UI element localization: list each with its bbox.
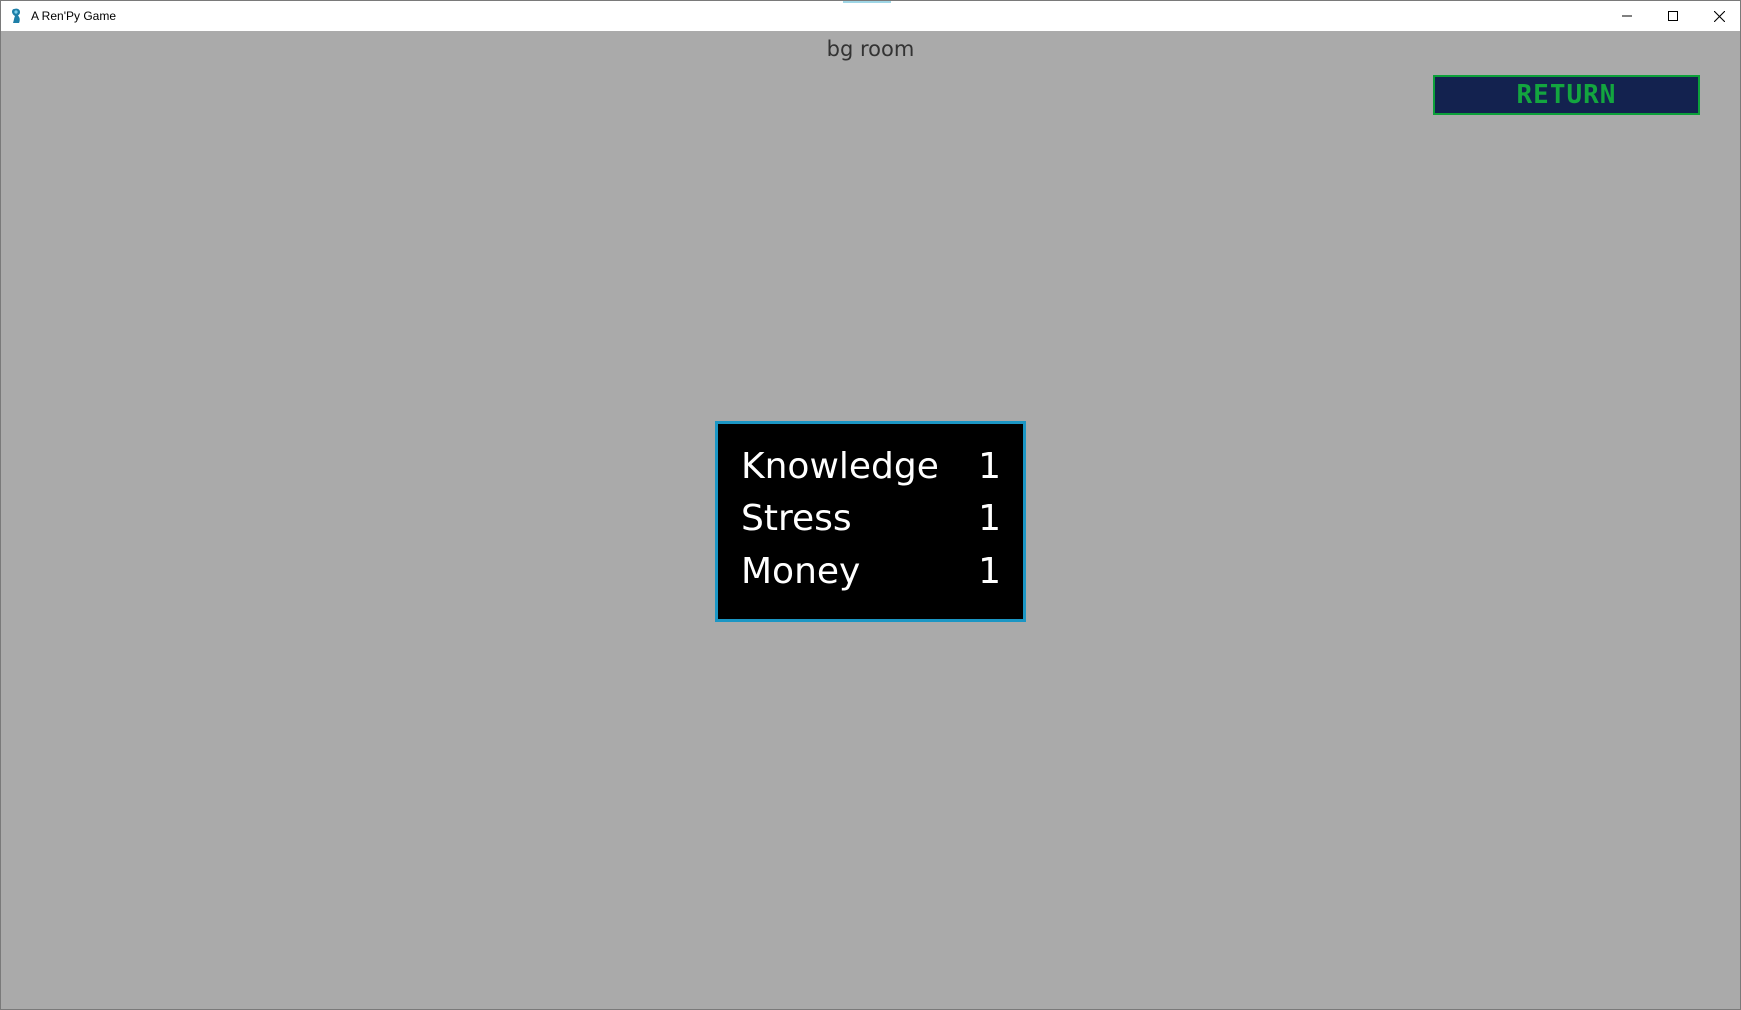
stats-panel: Knowledge 1 Stress 1 Money 1 <box>715 421 1026 622</box>
minimize-icon <box>1622 15 1632 17</box>
stat-name: Stress <box>741 498 852 539</box>
return-button-label: RETURN <box>1516 80 1617 110</box>
stat-value: 1 <box>978 551 1001 592</box>
app-window: A Ren'Py Game bg room RETURN Knowledge 1… <box>0 0 1741 1010</box>
renpy-icon <box>12 8 20 23</box>
minimize-button[interactable] <box>1604 1 1650 31</box>
stat-name: Knowledge <box>741 446 939 487</box>
window-title: A Ren'Py Game <box>31 9 116 23</box>
stat-value: 1 <box>978 446 1001 487</box>
stat-name: Money <box>741 551 861 592</box>
stat-row-stress: Stress 1 <box>741 493 1001 545</box>
game-screen: bg room RETURN Knowledge 1 Stress 1 Mone… <box>1 31 1740 1009</box>
scene-label: bg room <box>826 37 915 61</box>
title-bar[interactable]: A Ren'Py Game <box>1 1 1740 31</box>
title-bar-accent <box>843 1 891 3</box>
stat-row-knowledge: Knowledge 1 <box>741 441 1001 493</box>
return-button[interactable]: RETURN <box>1433 75 1700 115</box>
maximize-icon <box>1668 11 1678 21</box>
maximize-button[interactable] <box>1650 1 1696 31</box>
close-button[interactable] <box>1696 1 1741 31</box>
stat-row-money: Money 1 <box>741 546 1001 598</box>
stat-value: 1 <box>978 498 1001 539</box>
close-icon <box>1713 10 1725 22</box>
